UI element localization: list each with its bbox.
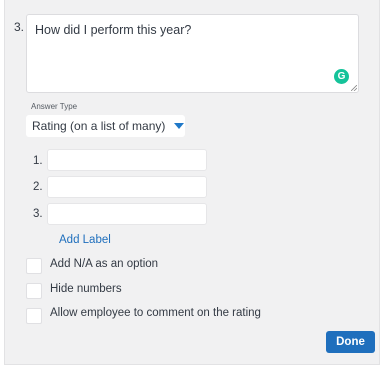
caret-down-icon: [174, 123, 185, 129]
option-input-1[interactable]: [47, 149, 207, 171]
allow-comment-label: Allow employee to comment on the rating: [50, 307, 261, 319]
question-editor-panel: 3. How did I perform this year? G Answer…: [4, 0, 380, 365]
allow-comment-checkbox[interactable]: [26, 308, 42, 324]
resize-handle-icon[interactable]: [351, 85, 357, 91]
option-input-2[interactable]: [47, 176, 207, 198]
grammarly-icon[interactable]: G: [334, 69, 349, 84]
option-number: 3.: [33, 208, 43, 220]
question-textarea[interactable]: How did I perform this year? G: [26, 14, 359, 93]
answer-type-value: Rating (on a list of many): [32, 119, 166, 133]
add-label-link[interactable]: Add Label: [59, 234, 111, 246]
hide-numbers-checkbox[interactable]: [26, 283, 42, 299]
option-input-3[interactable]: [47, 203, 207, 225]
add-na-label: Add N/A as an option: [50, 258, 159, 270]
option-number: 2.: [33, 181, 43, 193]
answer-type-label: Answer Type: [31, 102, 78, 111]
hide-numbers-label: Hide numbers: [50, 283, 122, 295]
answer-type-select[interactable]: Rating (on a list of many): [26, 115, 185, 137]
question-number: 3.: [14, 20, 25, 34]
add-na-checkbox[interactable]: [26, 258, 42, 274]
question-text: How did I perform this year?: [35, 23, 192, 37]
done-button[interactable]: Done: [326, 331, 375, 353]
option-number: 1.: [33, 155, 43, 167]
